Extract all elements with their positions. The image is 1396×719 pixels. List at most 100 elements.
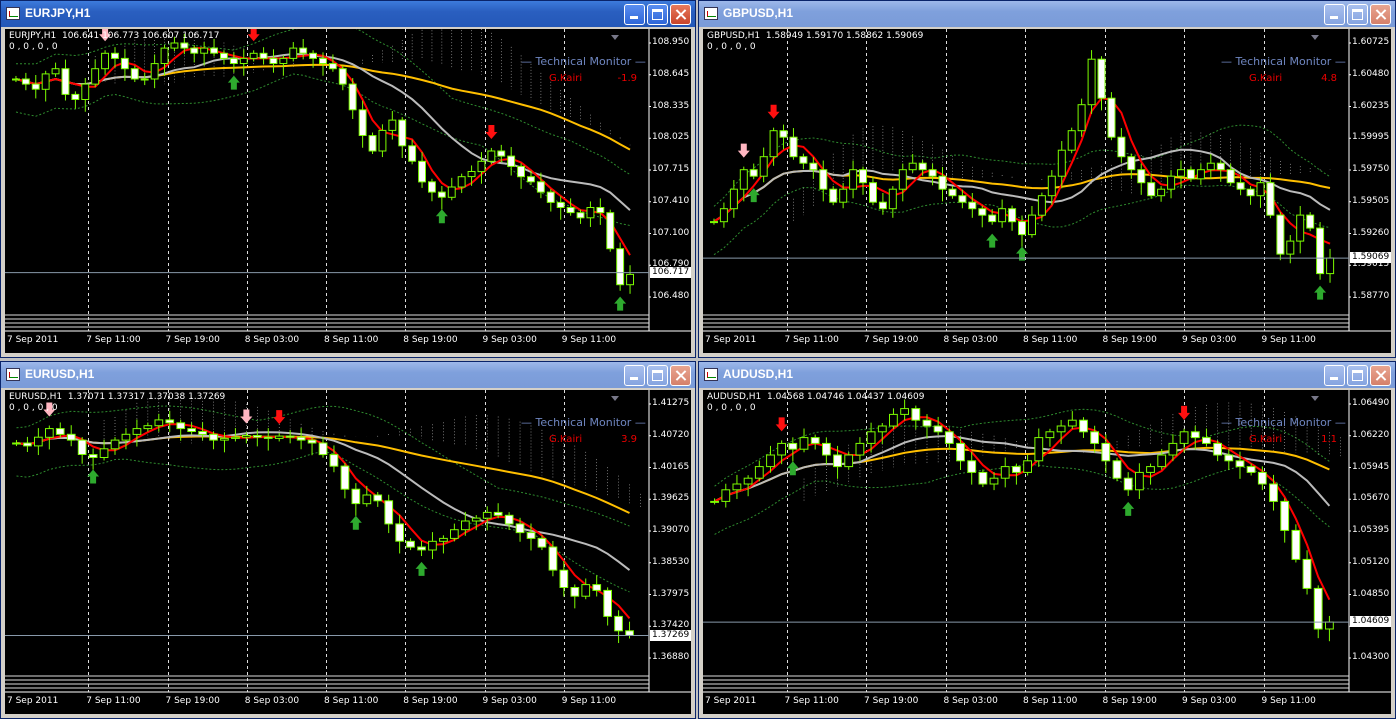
candle-body — [1067, 130, 1076, 151]
candle-body — [749, 169, 758, 177]
candle-body — [1137, 169, 1146, 184]
window-titlebar[interactable]: EURUSD,H1 — [1, 362, 695, 388]
candle-body — [23, 442, 32, 447]
window-titlebar[interactable]: GBPUSD,H1 — [699, 1, 1395, 27]
candle-body — [362, 494, 372, 505]
maximize-button[interactable] — [1347, 365, 1368, 386]
x-tick-label: 7 Sep 11:00 — [784, 335, 839, 345]
chart-window-audusd[interactable]: AUDUSD,H1 1.06490 1.06220 1.05945 1.05670 1.… — [698, 361, 1396, 719]
candle-body — [12, 442, 21, 445]
candle-body — [170, 42, 179, 49]
candle-body — [395, 523, 404, 542]
y-tick-label: 106.480 — [652, 291, 690, 301]
minimize-button[interactable] — [1324, 4, 1345, 25]
candle-body — [1302, 558, 1312, 589]
candle-body — [1057, 149, 1066, 177]
close-button[interactable] — [670, 4, 691, 25]
candle-body — [517, 165, 525, 178]
close-button[interactable] — [1370, 4, 1391, 25]
candle-body — [1276, 214, 1285, 255]
candle-body — [450, 529, 459, 539]
minimize-button[interactable] — [1324, 365, 1345, 386]
candle-body — [968, 201, 977, 210]
chart-window-eurusd[interactable]: EURUSD,H1 1.41275 1.40720 1.40165 1.39625 1.… — [0, 361, 696, 719]
candle-body — [160, 47, 169, 64]
sell-arrow-icon — [775, 417, 788, 432]
chart-shift-icon[interactable] — [611, 396, 619, 401]
window-titlebar[interactable]: EURJPY,H1 — [1, 1, 695, 27]
candle-body — [150, 63, 159, 80]
candle-body — [710, 221, 718, 224]
candle-body — [1326, 257, 1335, 275]
maximize-button[interactable] — [647, 4, 668, 25]
candle-body — [625, 630, 634, 636]
candle-body — [328, 63, 337, 70]
x-tick-label: 8 Sep 11:00 — [324, 696, 379, 706]
candle-body — [566, 207, 575, 214]
candle-body — [1157, 188, 1166, 197]
chart-window-gbpusd[interactable]: GBPUSD,H1 1.60725 1.60480 1.60235 1.59995 1.… — [698, 0, 1396, 358]
minimize-button[interactable] — [624, 4, 645, 25]
chart-window-eurjpy[interactable]: EURJPY,H1 108.950 108.645 108.335 108.025 10… — [0, 0, 696, 358]
minimize-button[interactable] — [624, 365, 645, 386]
candle-body — [210, 47, 219, 54]
candle-body — [99, 448, 109, 458]
chart-plot-area[interactable]: 1.60725 1.60480 1.60235 1.59995 1.59750 1.595… — [703, 29, 1392, 353]
chart-shift-icon[interactable] — [611, 35, 619, 40]
chart-plot-area[interactable]: 108.950 108.645 108.335 108.025 107.715 107.4… — [5, 29, 692, 353]
chart-plot-area[interactable]: 1.06490 1.06220 1.05945 1.05670 1.05395 1.051… — [703, 390, 1392, 714]
candle-body — [1202, 437, 1211, 444]
indicator-values: 0 , 0 , 0 , 0 — [9, 403, 58, 413]
chart-window-icon — [704, 368, 718, 381]
candle-body — [1079, 419, 1088, 433]
candle-body — [1008, 208, 1017, 223]
chart-shift-icon[interactable] — [1311, 396, 1319, 401]
y-tick-label: 1.41275 — [652, 398, 690, 408]
candle-body — [457, 176, 466, 188]
candle-body — [471, 517, 481, 522]
candle-body — [176, 422, 186, 430]
x-tick-label: 8 Sep 11:00 — [1023, 696, 1078, 706]
candle-body — [121, 433, 131, 441]
candle-body — [253, 435, 262, 438]
candle-body — [1023, 460, 1033, 473]
candle-body — [1000, 466, 1010, 479]
candle-body — [1186, 169, 1195, 180]
maximize-button[interactable] — [1347, 4, 1368, 25]
technical-monitor-title: — Technical Monitor — — [1221, 55, 1346, 68]
candle-body — [299, 47, 308, 54]
candle-body — [140, 78, 149, 81]
candle-body — [809, 162, 818, 171]
candle-body — [908, 162, 917, 171]
candle-body — [576, 212, 585, 219]
candle-body — [41, 73, 50, 90]
candle-body — [1291, 529, 1301, 560]
candle-body — [1235, 460, 1245, 468]
candle-body — [1157, 454, 1167, 468]
maximize-button[interactable] — [647, 365, 668, 386]
chart-window-icon — [6, 368, 20, 381]
candle-body — [507, 155, 516, 167]
y-tick-label: 1.06220 — [1352, 429, 1390, 440]
close-button[interactable] — [1370, 365, 1391, 386]
x-tick-label: 9 Sep 11:00 — [561, 335, 617, 345]
chart-header: GBPUSD,H1 1.58949 1.59170 1.58862 1.5906… — [707, 31, 924, 41]
candle-body — [967, 460, 977, 473]
chart-shift-icon[interactable] — [1311, 35, 1319, 40]
close-button[interactable] — [670, 365, 691, 386]
y-tick-label: 1.37975 — [652, 588, 690, 599]
x-tick-label: 7 Sep 19:00 — [864, 335, 919, 345]
candle-body — [754, 466, 764, 479]
candle-body — [526, 532, 536, 539]
candle-body — [467, 171, 476, 178]
x-tick-label: 7 Sep 11:00 — [86, 696, 141, 706]
sell-arrow-icon — [1178, 405, 1191, 420]
y-tick-label: 1.59260 — [1352, 227, 1390, 238]
chart-plot-area[interactable]: 1.41275 1.40720 1.40165 1.39625 1.39070 1.385… — [5, 390, 692, 714]
x-tick-label: 8 Sep 03:00 — [244, 335, 300, 345]
window-titlebar[interactable]: AUDUSD,H1 — [699, 362, 1395, 388]
candle-body — [829, 188, 838, 203]
candle-body — [249, 52, 258, 59]
y-tick-label: 1.59750 — [1352, 164, 1390, 174]
candle-body — [77, 439, 87, 455]
